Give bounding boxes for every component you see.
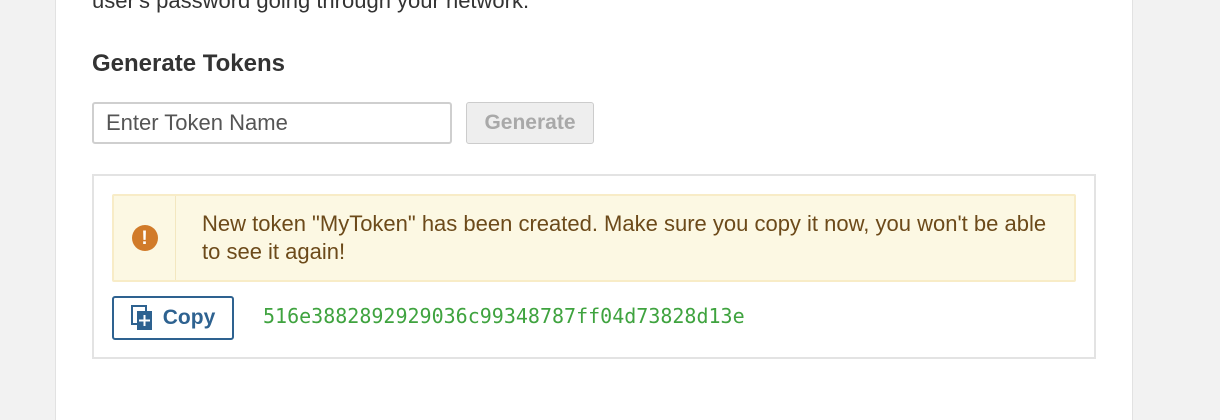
token-created-alert: ! New token "MyToken" has been created. …	[112, 194, 1076, 282]
token-value[interactable]: 516e3882892929036c99348787ff04d73828d13e	[263, 304, 745, 328]
copy-button[interactable]: Copy	[112, 296, 234, 340]
section-title: Generate Tokens	[92, 50, 285, 77]
generate-button[interactable]: Generate	[466, 102, 594, 144]
alert-icon-cell: !	[114, 196, 176, 280]
copy-button-label: Copy	[162, 306, 216, 329]
copy-icon	[130, 305, 152, 330]
token-name-input[interactable]	[92, 102, 452, 144]
intro-text: user's password going through your netwo…	[92, 0, 530, 13]
alert-message: New token "MyToken" has been created. Ma…	[202, 211, 1047, 264]
exclamation-circle-icon: !	[131, 225, 158, 251]
